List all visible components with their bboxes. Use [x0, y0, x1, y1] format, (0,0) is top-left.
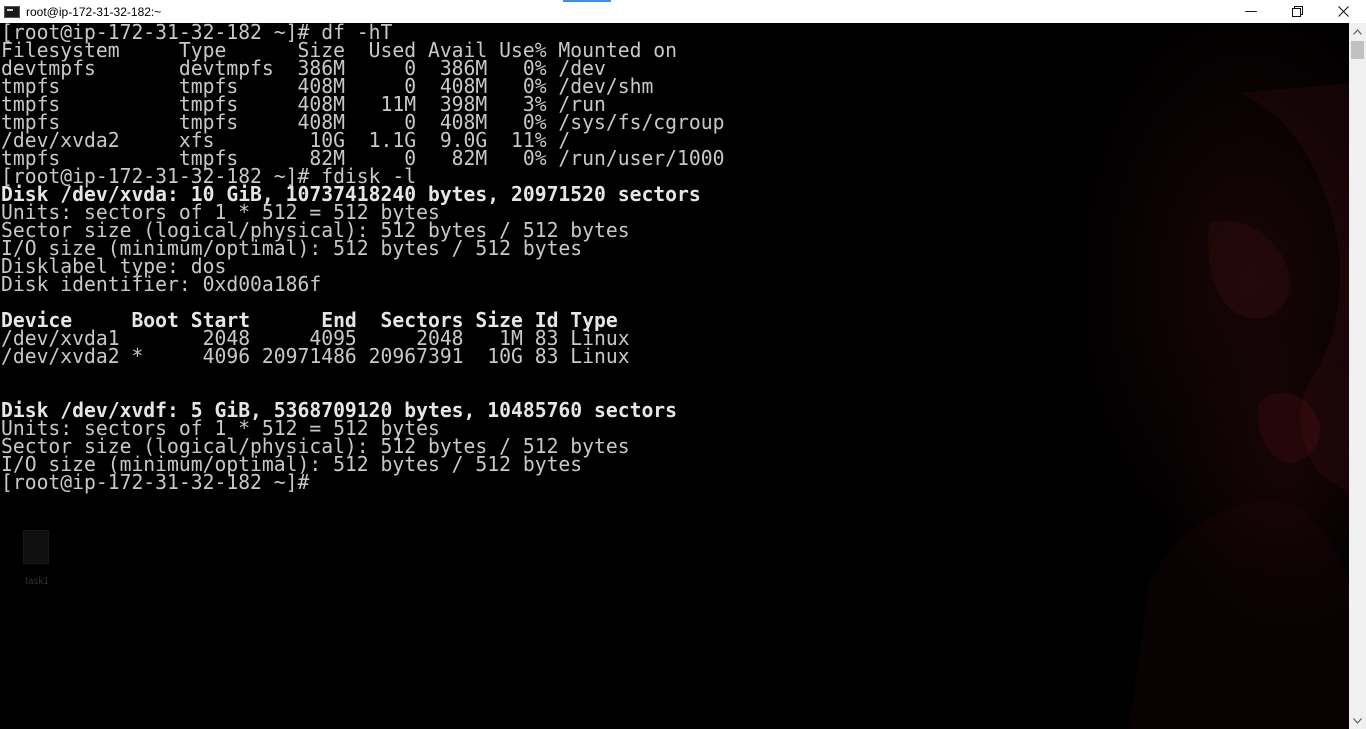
minimize-button[interactable]: — [1228, 0, 1274, 23]
terminal-window: root@ip-172-31-32-182:~ — [root@ip-172-3… [0, 0, 1366, 729]
scroll-up-button[interactable] [1349, 23, 1366, 40]
scroll-down-button[interactable] [1349, 712, 1366, 729]
terminal-line: /dev/xvda2 * 4096 20971486 20967391 10G … [0, 344, 630, 368]
desktop-file-icon[interactable]: task1 [20, 530, 54, 588]
chevron-up-icon [1353, 28, 1362, 35]
terminal-text: [root@ip-172-31-32-182 ~]# df -hT Filesys… [0, 23, 724, 492]
wallpaper-figure-decoration [1129, 83, 1349, 729]
terminal-line: Disk identifier: 0xd00a186f [0, 272, 322, 296]
scrollbar-thumb[interactable] [1351, 41, 1364, 59]
document-icon [23, 530, 49, 564]
console-icon[interactable] [4, 5, 20, 18]
chevron-down-icon [1353, 717, 1362, 724]
window-title: root@ip-172-31-32-182:~ [26, 4, 162, 19]
vertical-scrollbar[interactable] [1349, 23, 1366, 729]
restore-icon [1291, 6, 1303, 17]
desktop-file-label: task1 [25, 576, 49, 587]
minimize-icon: — [1244, 4, 1258, 19]
window-controls: — [1228, 0, 1366, 23]
close-icon [1337, 6, 1349, 17]
taskbar-accent-strip [563, 0, 611, 2]
close-button[interactable] [1320, 0, 1366, 23]
terminal-output-area[interactable]: [root@ip-172-31-32-182 ~]# df -hT Filesys… [0, 23, 1349, 729]
title-bar[interactable]: root@ip-172-31-32-182:~ — [0, 0, 1366, 23]
maximize-button[interactable] [1274, 0, 1320, 23]
